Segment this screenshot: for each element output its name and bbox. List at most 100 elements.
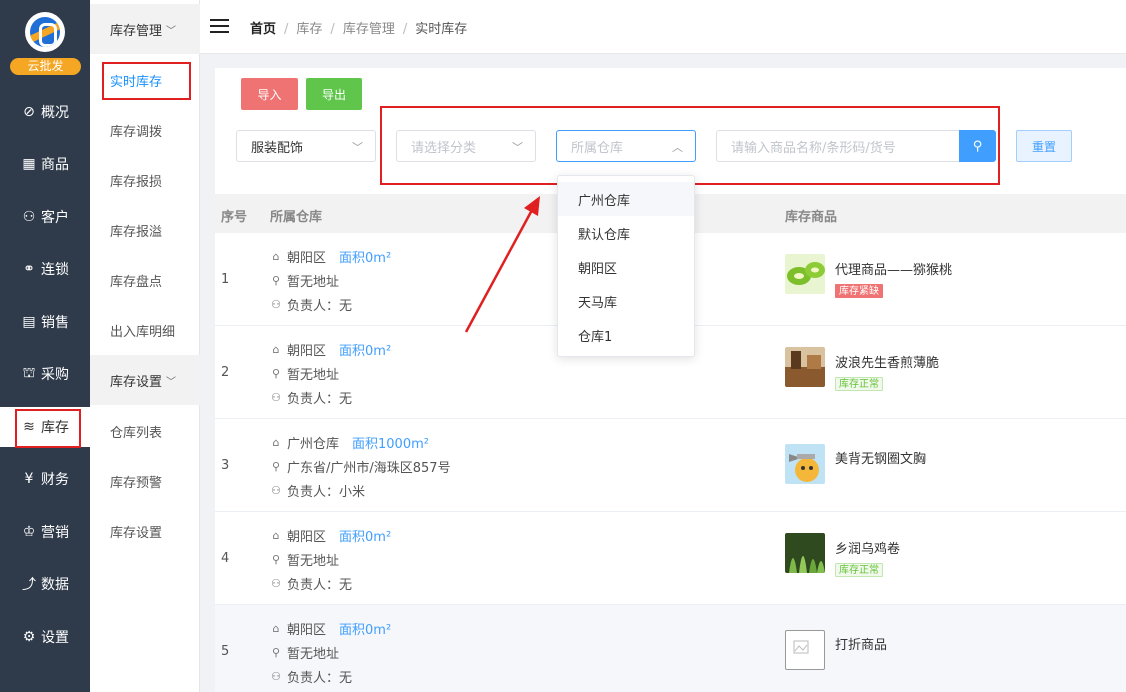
warehouse-address: 暂无地址 <box>287 368 340 383</box>
product-name[interactable]: 打折商品 <box>835 634 887 653</box>
nav-item-customer[interactable]: ⚇ 客户 <box>0 197 90 237</box>
warehouse-option[interactable]: 天马库 <box>558 284 694 318</box>
nav-item-data[interactable]: ⤴ 数据 <box>0 564 90 604</box>
stock-status-badge: 库存正常 <box>835 563 883 577</box>
yen-icon: ¥ <box>24 471 34 487</box>
export-button[interactable]: 导出 <box>306 78 362 110</box>
breadcrumb-current: 实时库存 <box>415 22 468 37</box>
chevron-down-icon: ﹀ <box>166 376 177 388</box>
nav-label: 设置 <box>41 630 69 646</box>
product-thumbnail-placeholder[interactable] <box>785 630 825 670</box>
product-thumbnail[interactable] <box>785 254 825 294</box>
warehouse-name: 朝阳区 <box>287 251 327 266</box>
product-name[interactable]: 美背无钢圈文胸 <box>835 448 926 467</box>
table-row[interactable]: 4 ⌂ 朝阳区 面积0m² ⚲ 暂无地址 ⚇ 负责人：无 乡润乌鸡卷 库存正常 <box>215 512 1126 605</box>
product-thumbnail[interactable] <box>785 533 825 573</box>
chevron-down-icon: ﹀ <box>352 141 363 154</box>
row-warehouse: ⌂ 朝阳区 面积0m² <box>270 247 392 266</box>
warehouse-name: 朝阳区 <box>287 530 327 545</box>
warehouse-option[interactable]: 广州仓库 <box>558 182 694 216</box>
row-warehouse: ⌂ 朝阳区 面积0m² <box>270 619 392 638</box>
import-button[interactable]: 导入 <box>241 78 298 110</box>
breadcrumb-inventory-management[interactable]: 库存管理 <box>343 22 395 37</box>
product-name[interactable]: 波浪先生香煎薄脆 <box>835 352 939 371</box>
row-warehouse: ⌂ 朝阳区 面积0m² <box>270 340 392 359</box>
nav-label: 概况 <box>41 105 69 121</box>
header-product: 库存商品 <box>785 210 838 225</box>
location-icon: ⚲ <box>271 274 281 287</box>
warehouse-manager: 负责人：小米 <box>287 485 366 500</box>
category-select[interactable]: 服装配饰 ﹀ <box>236 130 376 162</box>
warehouse-area: 面积0m² <box>339 623 392 638</box>
subnav-item-stocktake[interactable]: 库存盘点 <box>110 271 162 290</box>
nav-item-settings[interactable]: ⚙ 设置 <box>0 617 90 657</box>
warehouse-area: 面积0m² <box>339 344 392 359</box>
product-name[interactable]: 代理商品——猕猴桃 <box>835 259 952 278</box>
annotation-box-inventory <box>15 409 81 448</box>
warehouse-address: 暂无地址 <box>287 647 340 662</box>
nav-item-sales[interactable]: ▤ 销售 <box>0 302 90 342</box>
nav-item-purchase[interactable]: ⛫ 采购 <box>0 354 90 394</box>
location-icon: ⚲ <box>271 553 281 566</box>
location-icon: ⚲ <box>271 367 281 380</box>
reset-button[interactable]: 重置 <box>1016 130 1072 162</box>
chevron-down-icon: ﹀ <box>166 25 177 37</box>
row-address: ⚲ 暂无地址 <box>270 271 339 290</box>
crown-icon: ♔ <box>22 524 36 540</box>
nav-item-chain[interactable]: ⚭ 连锁 <box>0 249 90 289</box>
home-icon: ⌂ <box>272 622 280 635</box>
home-icon: ⌂ <box>272 436 280 449</box>
stock-status-badge: 库存正常 <box>835 377 883 391</box>
subnav-item-stock-settings[interactable]: 库存设置 <box>110 522 162 541</box>
table-row[interactable]: 5 ⌂ 朝阳区 面积0m² ⚲ 暂无地址 ⚇ 负责人：无 打折商品 <box>215 605 1126 692</box>
breadcrumb-inventory[interactable]: 库存 <box>296 22 322 37</box>
home-icon: ⌂ <box>272 343 280 356</box>
nav-item-finance[interactable]: ¥ 财务 <box>0 459 90 499</box>
row-index: 4 <box>221 551 230 566</box>
subnav-item-warehouse-list[interactable]: 仓库列表 <box>110 422 162 441</box>
menu-toggle-icon[interactable] <box>210 19 229 34</box>
warehouse-option[interactable]: 仓库1 <box>558 318 694 352</box>
chart-icon: ⤴ <box>22 577 36 593</box>
product-thumbnail[interactable] <box>785 444 825 484</box>
breadcrumb-home[interactable]: 首页 <box>250 22 276 37</box>
subnav-item-in-out-detail[interactable]: 出入库明细 <box>110 321 175 340</box>
subnav-item-stock-alert[interactable]: 库存预警 <box>110 472 162 491</box>
warehouse-dropdown: 广州仓库 默认仓库 朝阳区 天马库 仓库1 <box>557 175 695 357</box>
warehouse-address: 暂无地址 <box>287 275 340 290</box>
user-icon: ⚇ <box>271 298 281 311</box>
subnav-group-inventory-management[interactable]: 库存管理 ﹀ <box>90 4 200 54</box>
brand-logo[interactable] <box>25 12 65 52</box>
subnav-item-transfer[interactable]: 库存调拨 <box>110 121 162 140</box>
warehouse-manager: 负责人：无 <box>287 671 353 686</box>
nav-item-goods[interactable]: ▦ 商品 <box>0 144 90 184</box>
grid-icon: ▦ <box>22 156 36 172</box>
top-header: 首页 / 库存 / 库存管理 / 实时库存 <box>200 0 1126 54</box>
annotation-box-filters <box>380 106 1000 185</box>
row-address: ⚲ 暂无地址 <box>270 643 339 662</box>
warehouse-option[interactable]: 默认仓库 <box>558 216 694 250</box>
nav-label: 连锁 <box>41 262 69 278</box>
gear-icon: ⚙ <box>22 629 36 645</box>
user-icon: ⚇ <box>271 484 281 497</box>
product-thumbnail[interactable] <box>785 347 825 387</box>
nav-item-marketing[interactable]: ♔ 营销 <box>0 512 90 552</box>
product-name[interactable]: 乡润乌鸡卷 <box>835 538 900 557</box>
row-warehouse: ⌂ 广州仓库 面积1000m² <box>270 433 429 452</box>
row-index: 1 <box>221 272 230 287</box>
subnav-item-loss[interactable]: 库存报损 <box>110 171 162 190</box>
purchase-icon: ⛫ <box>22 365 36 381</box>
nav-item-overview[interactable]: ⊘ 概况 <box>0 92 90 132</box>
subnav-item-overflow[interactable]: 库存报溢 <box>110 221 162 240</box>
row-index: 2 <box>221 365 230 380</box>
location-icon: ⚲ <box>271 460 281 473</box>
link-icon: ⚭ <box>23 261 35 277</box>
subnav-group-label: 库存管理 <box>110 23 163 39</box>
row-manager: ⚇ 负责人：无 <box>270 574 352 593</box>
stock-status-badge: 库存紧缺 <box>835 284 883 298</box>
warehouse-option[interactable]: 朝阳区 <box>558 250 694 284</box>
warehouse-manager: 负责人：无 <box>287 299 353 314</box>
subnav-group-inventory-settings[interactable]: 库存设置 ﹀ <box>90 355 200 405</box>
table-row[interactable]: 3 ⌂ 广州仓库 面积1000m² ⚲ 广东省/广州市/海珠区857号 ⚇ 负责人：小米… <box>215 419 1126 512</box>
warehouse-address: 广东省/广州市/海珠区857号 <box>287 461 451 476</box>
